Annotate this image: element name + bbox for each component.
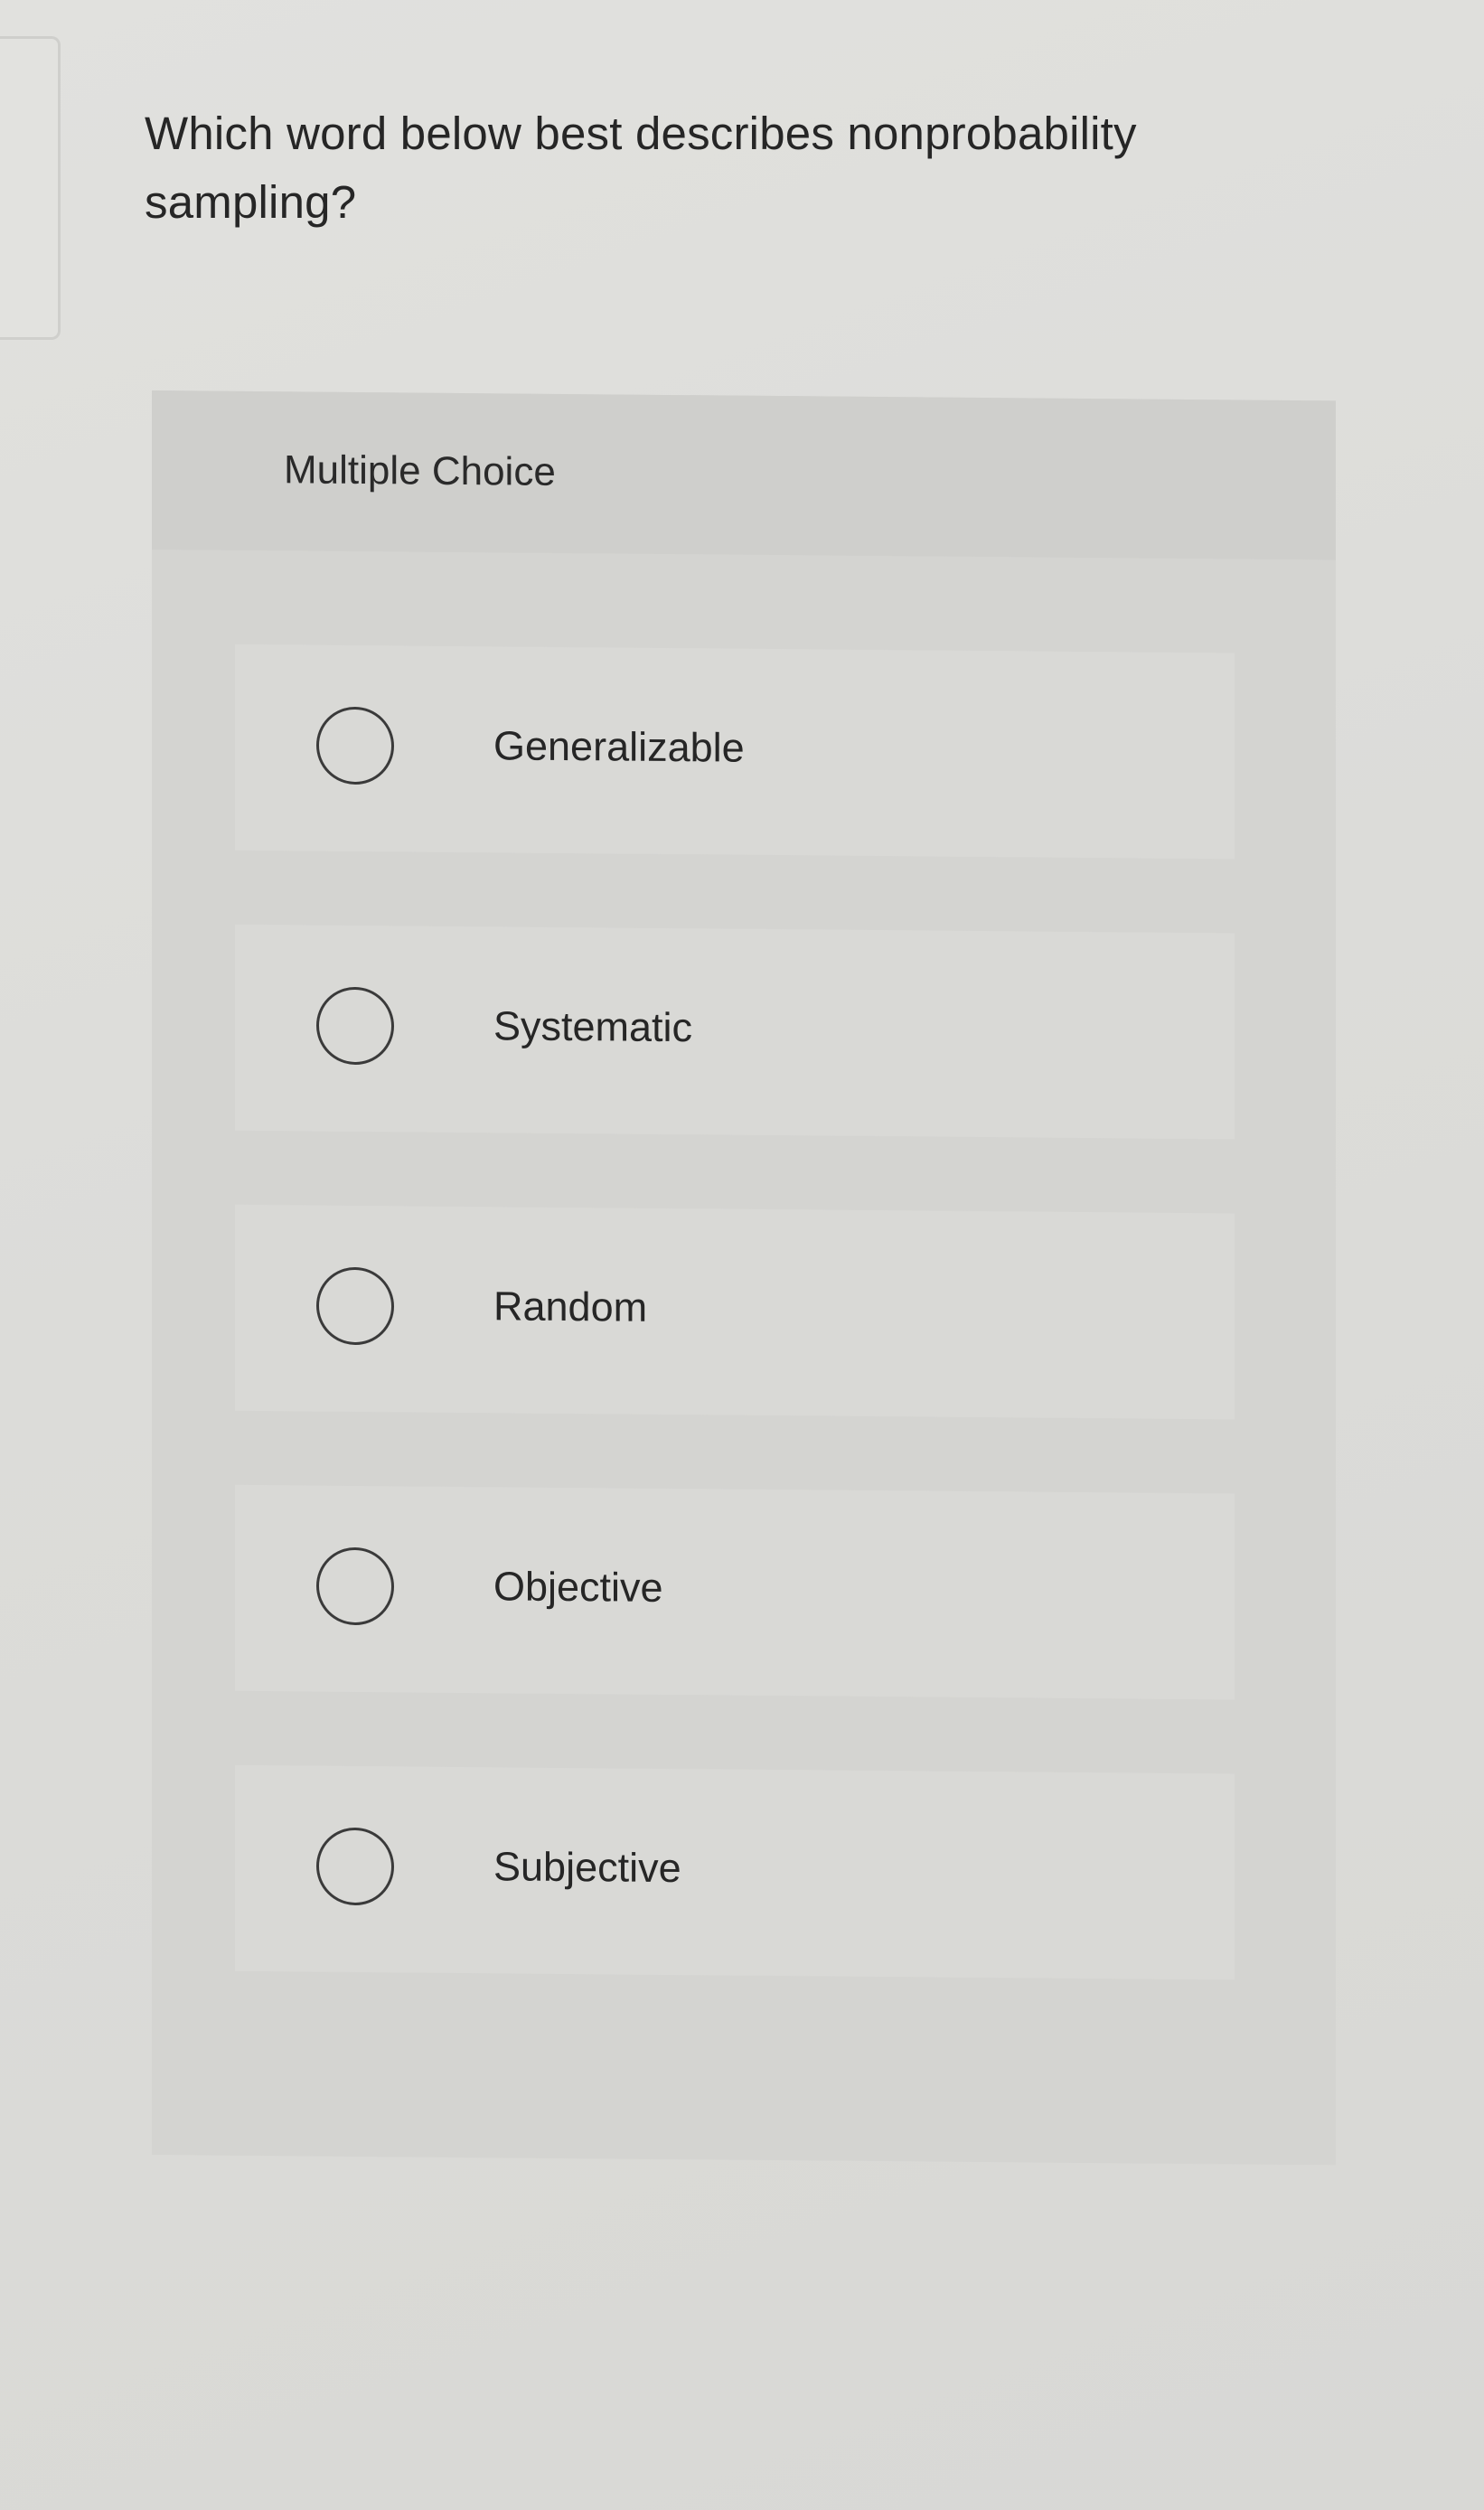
answer-option-generalizable[interactable]: Generalizable [235, 644, 1235, 860]
question-nav-tab[interactable] [0, 36, 61, 340]
question-text: Which word below best describes nonproba… [145, 108, 1137, 228]
answer-option-random[interactable]: Random [235, 1204, 1235, 1420]
answer-option-label: Random [493, 1283, 648, 1330]
answer-option-label: Subjective [493, 1843, 681, 1892]
radio-button-icon[interactable] [316, 1266, 394, 1346]
multiple-choice-label: Multiple Choice [284, 447, 556, 494]
multiple-choice-header: Multiple Choice [152, 390, 1336, 560]
radio-button-icon[interactable] [316, 706, 394, 785]
radio-button-icon[interactable] [316, 986, 394, 1066]
multiple-choice-panel: Multiple Choice Generalizable Systematic… [152, 390, 1336, 2166]
radio-button-icon[interactable] [316, 1827, 394, 1906]
answer-option-subjective[interactable]: Subjective [235, 1764, 1235, 1980]
answer-option-label: Systematic [493, 1002, 693, 1051]
answer-option-systematic[interactable]: Systematic [235, 924, 1235, 1140]
answer-option-label: Generalizable [493, 722, 745, 771]
radio-button-icon[interactable] [316, 1546, 394, 1626]
answer-option-objective[interactable]: Objective [235, 1484, 1235, 1700]
answer-option-label: Objective [493, 1563, 663, 1611]
